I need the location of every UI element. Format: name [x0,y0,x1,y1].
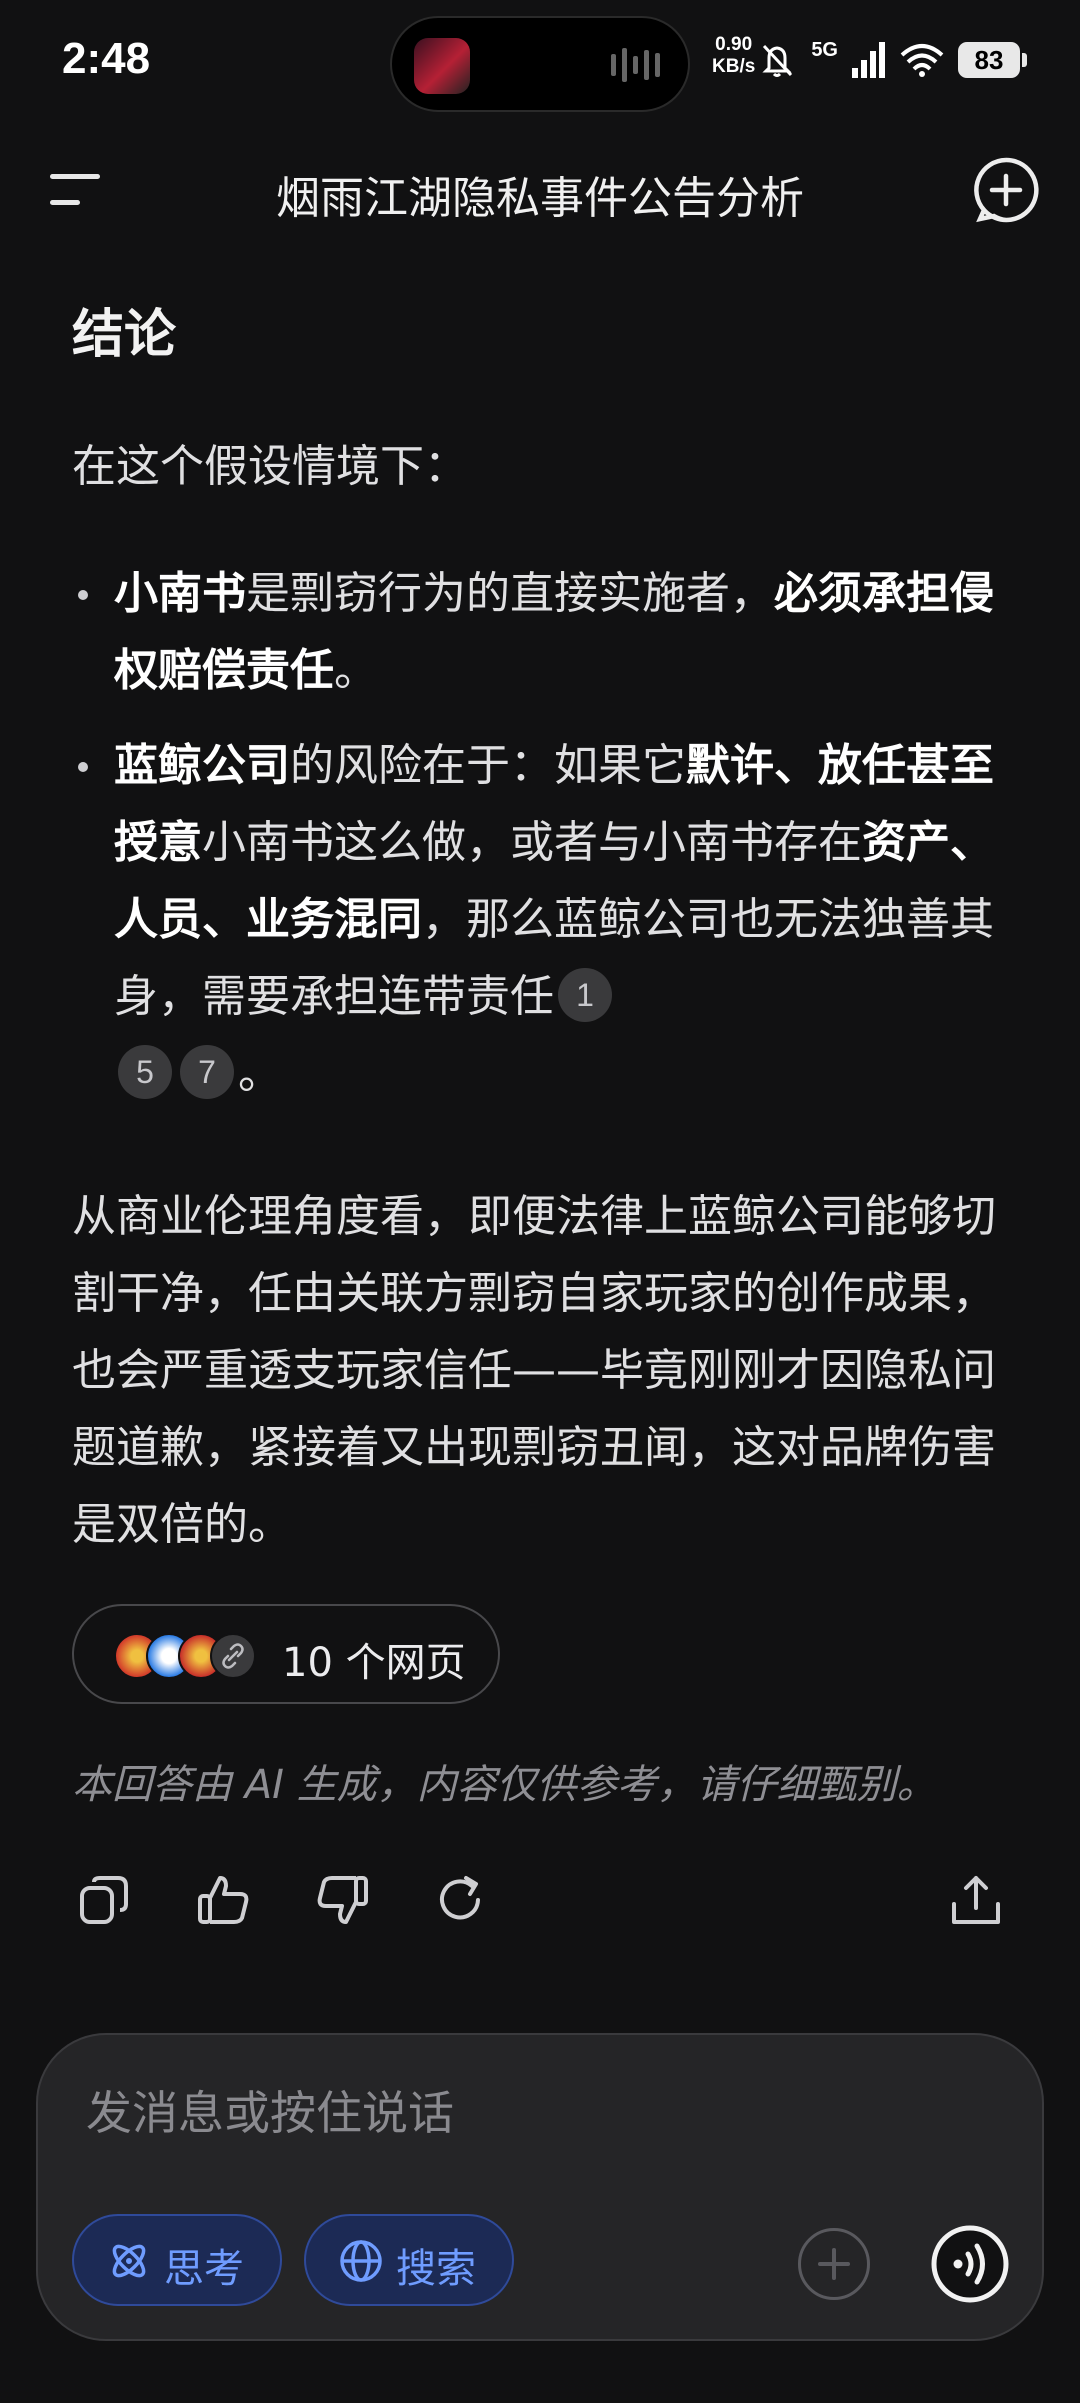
copy-icon [80,1876,128,1924]
think-label: 思考 [164,2246,244,2292]
net-speed-unit: KB/s [712,56,756,77]
menu-icon-line [50,174,100,179]
text-span: 。 [334,645,378,696]
ai-disclaimer: 本回答由 AI 生成，内容仅供参考，请仔细甄别。 [72,1762,937,1808]
list-item: 蓝鲸公司的风险在于：如果它默许、放任甚至授意小南书这么做，或者与小南书存在资产、… [72,727,1012,1112]
web-sources-button[interactable]: 10 个网页 [72,1604,500,1704]
status-bar: 2:48 0.90 KB/s 5G 83 [0,0,1080,125]
sources-count-label: 10 个网页 [282,1640,466,1686]
search-toggle[interactable]: 搜索 [304,2214,514,2306]
new-chat-icon [974,157,1039,223]
network-type: 5G [811,38,838,61]
dislike-button[interactable] [312,1870,372,1930]
new-chat-button[interactable] [972,156,1040,224]
list-item: 小南书是剽窃行为的直接实施者，必须承担侵权赔偿责任。 [72,555,1012,709]
dynamic-island[interactable] [390,16,690,112]
chat-header: 烟雨江湖隐私事件公告分析 [0,140,1080,240]
plus-icon [818,2248,850,2280]
think-toggle[interactable]: 思考 [72,2214,282,2306]
status-icons: 5G 83 [757,36,1027,84]
conversation-title[interactable]: 烟雨江湖隐私事件公告分析 [160,162,920,226]
globe-icon [340,2240,382,2282]
voice-button[interactable] [926,2220,1014,2308]
section-heading: 结论 [72,305,177,365]
regenerate-button[interactable] [430,1870,490,1930]
audio-waveform-icon [605,48,660,82]
voice-icon [931,2225,1009,2303]
net-speed-value: 0.90 [715,34,753,55]
wifi-icon [900,44,944,77]
text-span: 是剽窃行为的直接实施者， [246,568,774,619]
conclusion-list: 小南书是剽窃行为的直接实施者，必须承担侵权赔偿责任。 蓝鲸公司的风险在于：如果它… [72,555,1012,1130]
message-actions [0,1870,1080,1930]
now-playing-artwork [414,38,470,94]
menu-icon-line [50,200,80,205]
signal-icon [852,42,885,78]
attach-button[interactable] [798,2228,870,2300]
net-speed: 0.90 KB/s [712,34,755,78]
battery-indicator: 83 [958,42,1027,78]
menu-button[interactable] [46,166,106,214]
citation-badge[interactable]: 1 [558,968,612,1022]
text-span: 。 [238,1048,282,1099]
citation-badge[interactable]: 7 [180,1045,234,1099]
thumbs-down-icon [317,1876,368,1924]
copy-button[interactable] [74,1870,134,1930]
intro-text: 在这个假设情境下： [72,441,468,492]
text-span: 小南书这么做，或者与小南书存在 [202,817,862,868]
atom-icon [112,2244,146,2278]
status-time: 2:48 [62,34,151,83]
like-button[interactable] [194,1870,254,1930]
text-span: 的风险在于：如果它 [290,740,686,791]
message-input[interactable]: 发消息或按住说话 [86,2077,454,2143]
share-button[interactable] [946,1870,1006,1930]
bold-term: 小南书 [114,568,246,619]
link-icon [210,1633,256,1679]
share-icon [952,1876,1000,1924]
thumbs-up-icon [198,1876,249,1924]
bold-term: 蓝鲸公司 [114,740,290,791]
citation-badge[interactable]: 5 [118,1045,172,1099]
message-composer[interactable]: 发消息或按住说话 思考 搜索 [36,2033,1044,2341]
search-label: 搜索 [396,2246,476,2292]
refresh-icon [440,1876,480,1920]
bell-muted-icon [762,44,793,77]
analysis-paragraph: 从商业伦理角度看，即便法律上蓝鲸公司能够切割干净，任由关联方剽窃自家玩家的创作成… [72,1191,996,1550]
